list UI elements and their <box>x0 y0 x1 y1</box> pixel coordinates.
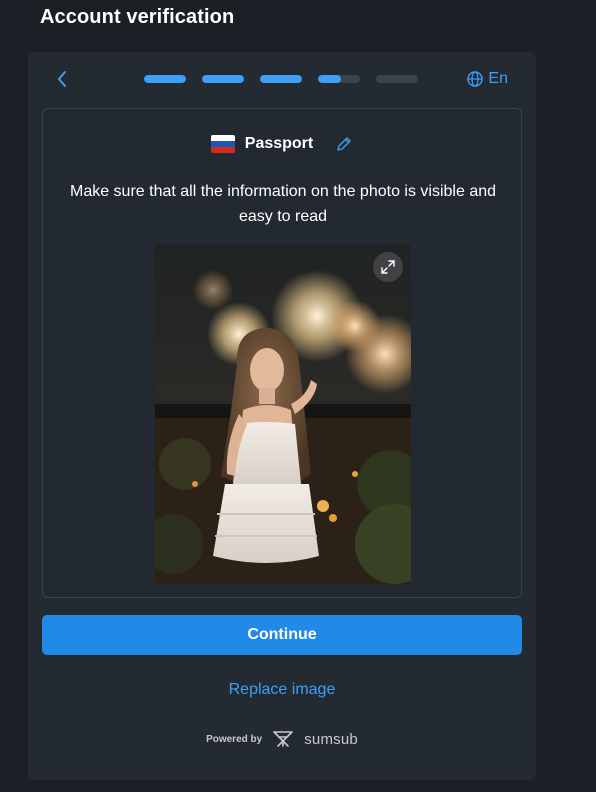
powered-by-footer: Powered by sumsub <box>28 728 536 750</box>
progress-step-3 <box>260 75 302 83</box>
language-label: En <box>488 70 508 87</box>
progress-step-2 <box>202 75 244 83</box>
top-bar: En <box>28 52 536 104</box>
globe-icon <box>467 71 484 87</box>
pencil-icon <box>337 137 351 151</box>
edit-document-button[interactable] <box>335 135 353 153</box>
sumsub-logo-icon <box>270 728 296 750</box>
progress-bar <box>144 75 418 83</box>
progress-step-5 <box>376 75 418 83</box>
expand-icon <box>381 260 395 274</box>
russia-flag-icon <box>210 135 235 153</box>
progress-step-1 <box>144 75 186 83</box>
replace-image-link[interactable]: Replace image <box>28 681 536 699</box>
brand-name: sumsub <box>304 730 358 748</box>
expand-photo-button[interactable] <box>373 252 403 282</box>
instructions-text: Make sure that all the information on th… <box>69 183 497 225</box>
continue-button[interactable]: Continue <box>42 615 522 655</box>
document-type: Passport <box>244 135 314 152</box>
photo-preview <box>155 244 411 584</box>
verification-panel: En Passport Make sure that all the infor… <box>28 52 536 780</box>
uploaded-photo[interactable] <box>155 244 411 584</box>
chevron-left-icon <box>58 71 66 87</box>
document-type-row: Passport <box>43 133 521 155</box>
back-button[interactable] <box>52 68 72 90</box>
document-card: Passport Make sure that all the informat… <box>42 108 522 598</box>
language-selector[interactable]: En <box>467 68 508 90</box>
page-title: Account verification <box>40 6 235 28</box>
progress-step-4 <box>318 75 360 83</box>
powered-by-label: Powered by <box>206 733 263 745</box>
